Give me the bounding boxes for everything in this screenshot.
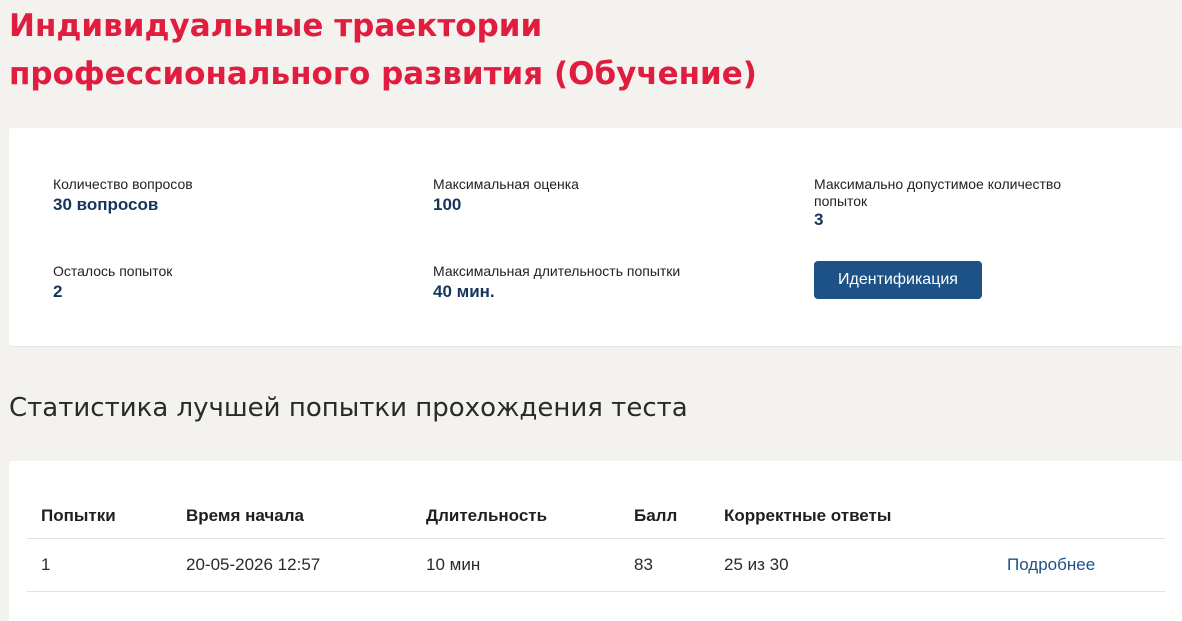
col-attempts: Попытки [27,493,172,539]
test-info-card: Количество вопросов 30 вопросов Максимал… [9,128,1182,346]
details-link[interactable]: Подробнее [1007,555,1095,574]
max-duration-value: 40 мин. [433,282,495,301]
questions-count-label: Количество вопросов [53,176,193,192]
questions-count-value: 30 вопросов [53,195,159,214]
cell-attempt: 1 [27,538,172,592]
remaining-attempts-value: 2 [53,282,63,301]
col-duration: Длительность [412,493,620,539]
col-score: Балл [620,493,710,539]
max-attempts-label: Максимально допустимое количество попыто… [814,176,1061,209]
max-duration: Максимальная длительность попытки 40 мин… [433,263,773,302]
questions-count: Количество вопросов 30 вопросов [53,176,393,215]
page-title: Индивидуальные траектории профессиональн… [9,2,909,98]
col-start-time: Время начала [172,493,412,539]
stats-section-title: Статистика лучшей попытки прохождения те… [9,393,688,423]
page-title-line-1: Индивидуальные траектории [9,8,543,44]
max-score-label: Максимальная оценка [433,176,579,192]
remaining-attempts: Осталось попыток 2 [53,263,393,302]
stats-table: Попытки Время начала Длительность Балл К… [27,493,1165,592]
max-duration-label: Максимальная длительность попытки [433,263,681,279]
cell-duration: 10 мин [412,538,620,592]
max-score-value: 100 [433,195,462,214]
cell-details: Подробнее [993,538,1165,592]
table-row: 1 20-05-2026 12:57 10 мин 83 25 из 30 По… [27,538,1165,592]
identify-button[interactable]: Идентификация [814,261,982,299]
stats-table-header: Попытки Время начала Длительность Балл К… [27,493,1165,539]
max-attempts-value: 3 [814,210,824,229]
cell-correct-answers: 25 из 30 [710,538,993,592]
cell-start-time: 20-05-2026 12:57 [172,538,412,592]
remaining-attempts-label: Осталось попыток [53,263,173,279]
stats-card: Попытки Время начала Длительность Балл К… [9,461,1182,621]
col-actions [993,493,1165,539]
max-attempts: Максимально допустимое количество попыто… [814,176,1114,230]
max-score: Максимальная оценка 100 [433,176,773,215]
col-correct-answers: Корректные ответы [710,493,993,539]
page-title-line-2: профессионального развития (Обучение) [9,56,757,92]
cell-score: 83 [620,538,710,592]
